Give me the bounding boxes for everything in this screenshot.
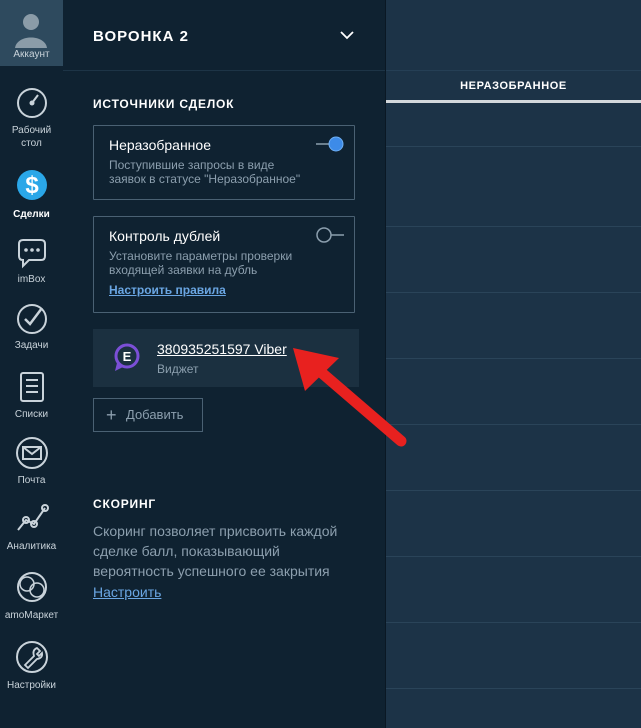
- scoring-desc: Скоринг позволяет присвоить каждой сделк…: [93, 523, 338, 579]
- panel-header[interactable]: ВОРОНКА 2: [63, 0, 385, 71]
- add-source-label: Добавить: [126, 407, 184, 422]
- annotation-arrow-icon: [293, 348, 407, 447]
- wrench-icon: [16, 641, 48, 673]
- svg-text:E: E: [123, 349, 132, 364]
- column-header-unsorted[interactable]: НЕРАЗОБРАННОЕ: [386, 70, 641, 102]
- configure-rules-link[interactable]: Настроить правила: [109, 283, 226, 297]
- board-row-line: [386, 226, 641, 227]
- duplicates-desc: Установите параметры проверки входящей з…: [109, 249, 293, 277]
- widget-name-link[interactable]: 380935251597 Viber: [157, 341, 287, 357]
- left-nav: Аккаунт Рабочий стол $ Сделки imBox Зада…: [0, 0, 64, 728]
- unsorted-source-card: Неразобранное Поступившие запросы в виде…: [93, 125, 355, 200]
- board-row-line: [386, 146, 641, 147]
- scoring-configure-link[interactable]: Настроить: [93, 584, 161, 600]
- column-color-bar: [386, 100, 641, 103]
- chevron-down-icon[interactable]: [339, 29, 355, 41]
- duplicates-title: Контроль дублей: [109, 228, 221, 244]
- analytics-icon: [17, 504, 49, 531]
- nav-label-lists: Списки: [14, 409, 49, 420]
- board-row-line: [386, 490, 641, 491]
- add-source-button[interactable]: + Добавить: [93, 398, 203, 432]
- nav-label-deals: Сделки: [13, 209, 50, 220]
- avatar-icon: [15, 14, 47, 48]
- widget-logo-icon: E: [114, 343, 140, 371]
- board-top-bar: [386, 0, 641, 71]
- duplicates-toggle[interactable]: [315, 227, 345, 243]
- chat-icon: [18, 239, 46, 269]
- nav-label-market: amoМаркет: [4, 610, 59, 621]
- duplicates-card: Контроль дублей Установите параметры про…: [93, 216, 355, 313]
- nav-label-analytics: Аналитика: [6, 541, 57, 552]
- scoring-title: СКОРИНГ: [93, 497, 157, 511]
- list-icon: [20, 372, 44, 402]
- board-row-line: [386, 688, 641, 689]
- mail-icon: [16, 437, 48, 469]
- nav-label-imbox: imBox: [17, 274, 46, 285]
- nav-label-dashboard: Рабочий стол: [11, 125, 52, 149]
- board-row-line: [386, 556, 641, 557]
- unsorted-title: Неразобранное: [109, 137, 211, 153]
- svg-text:$: $: [25, 172, 39, 199]
- account-label: Аккаунт: [13, 49, 50, 60]
- nav-label-settings: Настройки: [6, 680, 57, 691]
- nav-label-tasks: Задачи: [14, 340, 49, 351]
- pipeline-board: НЕРАЗОБРАННОЕ: [386, 0, 641, 728]
- deals-icon: $: [17, 170, 47, 200]
- board-row-line: [386, 358, 641, 359]
- unsorted-toggle[interactable]: [315, 136, 345, 152]
- plus-icon: +: [106, 405, 117, 425]
- check-icon: [17, 304, 47, 334]
- dashboard-icon: [17, 88, 47, 118]
- market-icon: [17, 572, 47, 602]
- nav-label-mail: Почта: [17, 475, 46, 486]
- board-row-line: [386, 292, 641, 293]
- board-row-line: [386, 424, 641, 425]
- sources-title: ИСТОЧНИКИ СДЕЛОК: [93, 97, 235, 111]
- unsorted-desc: Поступившие запросы в виде заявок в стат…: [109, 158, 301, 186]
- account-button[interactable]: Аккаунт: [0, 0, 63, 66]
- pipeline-title: ВОРОНКА 2: [93, 28, 189, 45]
- board-row-line: [386, 622, 641, 623]
- widget-type-label: Виджет: [157, 362, 199, 376]
